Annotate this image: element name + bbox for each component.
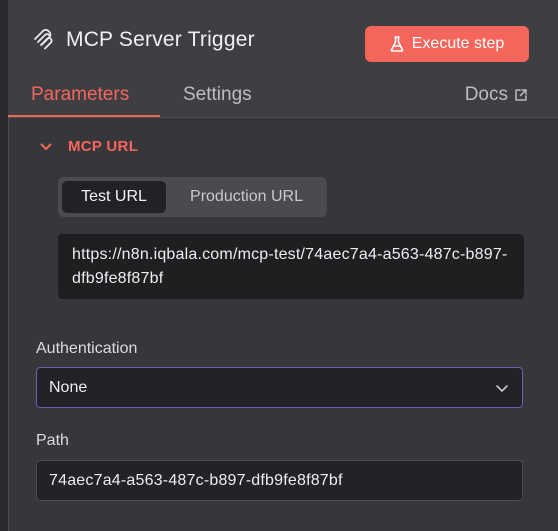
title-group: MCP Server Trigger: [32, 28, 255, 52]
url-mode-toggle: Test URL Production URL: [58, 177, 327, 217]
flask-icon: [390, 36, 404, 52]
docs-link[interactable]: Docs: [465, 84, 528, 106]
tab-parameters[interactable]: Parameters: [31, 84, 129, 106]
authentication-value: None: [49, 378, 88, 396]
docs-label: Docs: [464, 84, 508, 105]
chevron-down-icon: [40, 143, 52, 151]
authentication-label: Authentication: [36, 340, 138, 357]
external-link-icon: [514, 88, 528, 102]
tab-bar: Parameters Settings Docs: [8, 78, 558, 118]
authentication-select[interactable]: None: [36, 367, 523, 408]
background-edge: [0, 0, 8, 531]
production-url-option[interactable]: Production URL: [170, 181, 323, 213]
mcp-icon: [32, 29, 54, 51]
tab-settings[interactable]: Settings: [183, 84, 252, 106]
mcp-url-section-toggle[interactable]: MCP URL: [40, 138, 138, 155]
path-value: 74aec7a4-a563-487c-b897-dfb9fe8f87bf: [49, 471, 343, 489]
chevron-down-icon: [494, 380, 510, 396]
mcp-url-value[interactable]: https://n8n.iqbala.com/mcp-test/74aec7a4…: [58, 234, 524, 299]
node-panel: MCP Server Trigger Execute step Paramete…: [8, 0, 558, 531]
section-title: MCP URL: [68, 138, 139, 155]
execute-step-label: Execute step: [411, 35, 505, 52]
test-url-option[interactable]: Test URL: [62, 181, 166, 213]
path-label: Path: [36, 432, 69, 449]
panel-header: MCP Server Trigger Execute step Paramete…: [8, 0, 558, 118]
execute-step-button[interactable]: Execute step: [365, 26, 529, 62]
path-field[interactable]: 74aec7a4-a563-487c-b897-dfb9fe8f87bf: [36, 460, 523, 501]
page-title: MCP Server Trigger: [66, 28, 255, 51]
